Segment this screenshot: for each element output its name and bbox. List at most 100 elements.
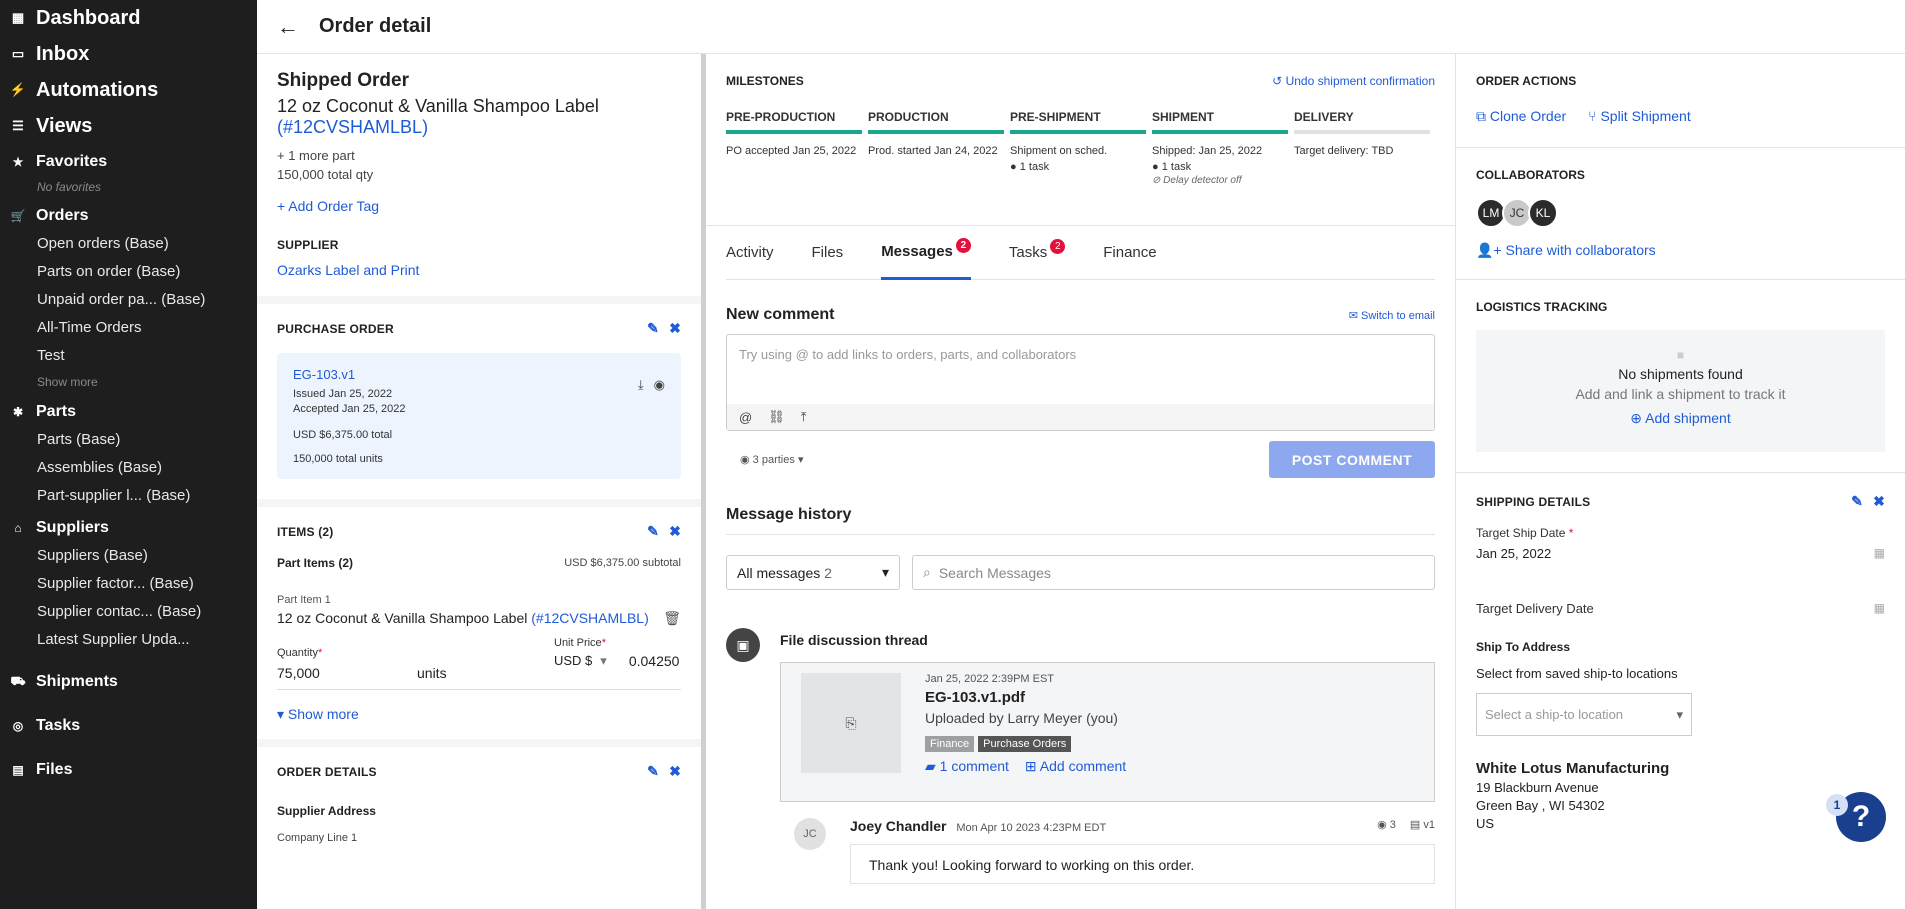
nav-views[interactable]: ☰ Views — [0, 108, 257, 144]
sidebar-item-unpaid-order[interactable]: Unpaid order pa... (Base) — [0, 286, 257, 314]
price-input[interactable]: 0.04250 — [629, 653, 680, 669]
nav-shipments[interactable]: ⛟ Shipments — [0, 668, 257, 696]
more-part: + 1 more part — [277, 148, 355, 163]
tab-files[interactable]: Files — [812, 226, 844, 280]
nav-favorites[interactable]: ★ Favorites — [0, 148, 257, 176]
expand-icon[interactable]: ✖ — [1873, 493, 1885, 510]
sidebar-item-supplier-contact[interactable]: Supplier contac... (Base) — [0, 598, 257, 626]
expand-icon[interactable]: ✖ — [669, 523, 681, 540]
ship-to-sub: Select from saved ship-to locations — [1476, 666, 1678, 681]
sidebar-item-latest-supplier[interactable]: Latest Supplier Upda... — [0, 626, 257, 654]
nav-parts[interactable]: ✱ Parts — [0, 398, 257, 426]
sidebar-item-parts-on-order[interactable]: Parts on order (Base) — [0, 258, 257, 286]
add-order-tag-link[interactable]: + Add Order Tag — [277, 198, 681, 214]
post-comment-button[interactable]: POST COMMENT — [1269, 441, 1435, 478]
supplier-link[interactable]: Ozarks Label and Print — [277, 262, 681, 278]
show-more-link[interactable]: Show more — [0, 370, 257, 394]
back-arrow-icon[interactable]: ← — [277, 14, 301, 40]
milestone-task[interactable]: ● 1 task — [1010, 161, 1146, 173]
sidebar-item-parts-base[interactable]: Parts (Base) — [0, 426, 257, 454]
eye-icon: ◉ — [1377, 819, 1387, 831]
nav-tasks[interactable]: ◎ Tasks — [0, 712, 257, 740]
edit-icon[interactable]: ✎ — [647, 320, 659, 337]
order-details-label: ORDER DETAILS — [277, 764, 377, 779]
calendar-icon[interactable]: ▦ — [1874, 601, 1885, 616]
edit-icon[interactable]: ✎ — [1851, 493, 1863, 510]
add-comment-link[interactable]: ⊞ Add comment — [1025, 758, 1126, 775]
product-code-link[interactable]: (#12CVSHAMLBL) — [277, 117, 681, 138]
nav-files[interactable]: ▤ Files — [0, 756, 257, 784]
clone-order-button[interactable]: ⧉ Clone Order — [1476, 108, 1566, 125]
file-uploader: Uploaded by Larry Meyer (you) — [925, 710, 1118, 726]
sidebar-item-test[interactable]: Test — [0, 342, 257, 370]
tab-finance[interactable]: Finance — [1103, 226, 1156, 280]
nav-dashboard[interactable]: ▦ Dashboard — [0, 0, 257, 36]
total-qty: 150,000 total qty — [277, 167, 374, 182]
caret-down-icon: ▾ — [1676, 706, 1683, 722]
nav-inbox[interactable]: ▭ Inbox — [0, 36, 257, 72]
target-delivery-field[interactable]: Target Delivery Date ▦ — [1476, 601, 1885, 616]
comments-link[interactable]: ▰ 1 comment — [925, 758, 1009, 775]
sidebar-item-suppliers-base[interactable]: Suppliers (Base) — [0, 542, 257, 570]
expand-icon[interactable]: ✖ — [669, 320, 681, 337]
chat-icon: ▣ — [726, 628, 760, 662]
trash-icon[interactable]: 🗑 — [663, 610, 681, 627]
address-line1: 19 Blackburn Avenue — [1476, 780, 1599, 795]
plus-circle-icon: ⊕ — [1630, 410, 1642, 426]
milestones-label: MILESTONES — [726, 74, 804, 88]
po-id-link[interactable]: EG-103.v1 — [293, 367, 665, 382]
ship-to-select[interactable]: Select a ship-to location ▾ — [1476, 693, 1692, 736]
edit-icon[interactable]: ✎ — [647, 523, 659, 540]
copy-icon: ⧉ — [1476, 108, 1486, 124]
expand-icon[interactable]: ✖ — [669, 763, 681, 780]
file-icon: ▤ — [12, 763, 24, 777]
parties-dropdown[interactable]: ◉ 3 parties ▾ — [740, 453, 803, 466]
undo-shipment-link[interactable]: ↺ Undo shipment confirmation — [1272, 74, 1435, 88]
split-shipment-button[interactable]: ⑂ Split Shipment — [1588, 108, 1691, 125]
search-messages-input[interactable]: ⌕ Search Messages — [912, 555, 1435, 590]
delay-detector: ⊘ Delay detector off — [1152, 175, 1242, 186]
show-more-items-link[interactable]: ▾ Show more — [277, 706, 681, 723]
item-code-link[interactable]: (#12CVSHAMLBL) — [531, 610, 649, 626]
nav-automations[interactable]: ⚡ Automations — [0, 72, 257, 108]
calendar-icon[interactable]: ▦ — [1874, 546, 1885, 561]
messages-filter-select[interactable]: All messages 2 ▾ — [726, 555, 900, 590]
sidebar-item-supplier-factor[interactable]: Supplier factor... (Base) — [0, 570, 257, 598]
currency-select[interactable]: USD $ — [554, 653, 592, 669]
milestone-task[interactable]: ● 1 task — [1152, 161, 1288, 173]
editor-toolbar: @ ⛓ ⤒ — [727, 404, 1434, 430]
share-collaborators-link[interactable]: 👤+ Share with collaborators — [1476, 242, 1885, 259]
inbox-icon: ▭ — [11, 46, 25, 61]
supplier-address-label: Supplier Address — [277, 804, 376, 818]
link-icon[interactable]: ⛓ — [768, 409, 785, 425]
download-icon[interactable]: ⤓ — [638, 377, 644, 393]
tab-messages[interactable]: Messages 2 — [881, 226, 971, 280]
collaborator-avatar[interactable]: KL — [1528, 198, 1558, 228]
tab-activity[interactable]: Activity — [726, 226, 774, 280]
upload-icon[interactable]: ⤒ — [801, 409, 807, 425]
milestone-production: PRODUCTION Prod. started Jan 24, 2022 — [868, 110, 1004, 186]
shipping-details-header: SHIPPING DETAILS ✎ ✖ — [1476, 493, 1885, 510]
sidebar-item-part-supplier[interactable]: Part-supplier l... (Base) — [0, 482, 257, 510]
edit-icon[interactable]: ✎ — [647, 763, 659, 780]
items-label: ITEMS (2) — [277, 524, 334, 539]
pdf-file-icon[interactable]: ⎘ — [801, 673, 901, 773]
mention-icon[interactable]: @ — [739, 410, 752, 425]
qty-input[interactable]: 75,000 — [277, 665, 417, 681]
eye-icon[interactable]: ◉ — [654, 377, 665, 393]
tab-tasks[interactable]: Tasks 2 — [1009, 226, 1066, 280]
chevron-down-icon[interactable]: ▾ — [600, 653, 607, 669]
file-name[interactable]: EG-103.v1.pdf — [925, 689, 1126, 706]
switch-to-email-link[interactable]: ✉ Switch to email — [1349, 309, 1435, 322]
sidebar-item-assemblies[interactable]: Assemblies (Base) — [0, 454, 257, 482]
add-shipment-link[interactable]: ⊕ Add shipment — [1476, 410, 1885, 427]
nav-orders[interactable]: 🛒 Orders — [0, 202, 257, 230]
factory-icon: ⌂ — [14, 521, 22, 535]
mail-icon: ✉ — [1348, 309, 1358, 322]
sidebar-item-all-time-orders[interactable]: All-Time Orders — [0, 314, 257, 342]
target-ship-date-field[interactable]: Jan 25, 2022 ▦ — [1476, 546, 1885, 561]
comment-editor[interactable]: Try using @ to add links to orders, part… — [726, 334, 1435, 431]
shipping-details-label: SHIPPING DETAILS — [1476, 494, 1591, 509]
sidebar-item-open-orders[interactable]: Open orders (Base) — [0, 230, 257, 258]
nav-suppliers[interactable]: ⌂ Suppliers — [0, 514, 257, 542]
